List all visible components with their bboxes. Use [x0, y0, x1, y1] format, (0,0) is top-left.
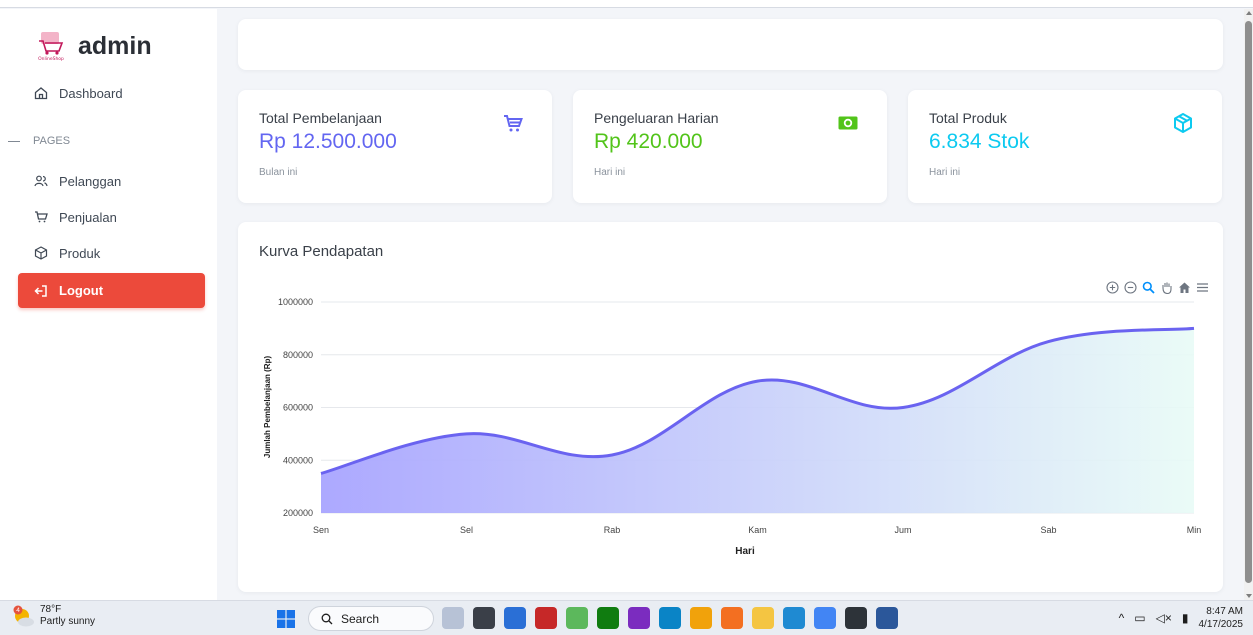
x-tick-label: Rab: [604, 525, 621, 535]
sidebar-item-pelanggan[interactable]: Pelanggan: [18, 166, 205, 196]
page-scrollbar[interactable]: [1244, 9, 1253, 600]
y-axis-title: Jumlah Pembelanjaan (Rp): [263, 356, 272, 459]
battery-icon[interactable]: ▮: [1182, 611, 1189, 625]
series-area: [321, 328, 1194, 513]
windows-start-icon[interactable]: [277, 610, 295, 628]
x-tick-label: Sab: [1040, 525, 1056, 535]
y-tick-label: 1000000: [278, 297, 313, 307]
chrome-profile-icon[interactable]: [814, 607, 836, 629]
weather-desc: Partly sunny: [40, 616, 96, 627]
stat-card-total-produk: Total Produk 6.834 Stok Hari ini: [908, 90, 1222, 203]
svg-text:OnlineShop: OnlineShop: [38, 56, 64, 62]
sidebar-item-label: Produk: [59, 245, 101, 261]
clock-date: 4/17/2025: [1198, 619, 1244, 630]
task-view-icon[interactable]: [473, 607, 495, 629]
file-explorer-icon[interactable]: [752, 607, 774, 629]
chrome-icon[interactable]: [690, 607, 712, 629]
logout-icon: [33, 283, 49, 299]
stat-subtext: Hari ini: [929, 167, 961, 178]
sidebar-section-pages: PAGES: [0, 135, 70, 147]
stat-label: Total Produk: [929, 110, 1007, 126]
sidebar-item-label: Penjualan: [59, 209, 117, 225]
users-icon: [33, 173, 49, 189]
search-label: Search: [341, 611, 380, 626]
y-tick-label: 600000: [283, 403, 313, 413]
section-label: PAGES: [33, 135, 71, 147]
weather-temp: 78°F: [40, 604, 62, 615]
partly-sunny-icon: 4: [12, 605, 34, 627]
logout-label: Logout: [59, 283, 104, 298]
sidebar-item-label: Dashboard: [59, 85, 123, 101]
stat-label: Total Pembelanjaan: [259, 110, 382, 126]
x-axis-title: Hari: [735, 546, 755, 557]
display-icon[interactable]: ▭: [1134, 611, 1145, 625]
word-icon[interactable]: [876, 607, 898, 629]
y-tick-label: 800000: [283, 350, 313, 360]
tool-app-icon[interactable]: [566, 607, 588, 629]
terminal-icon[interactable]: [845, 607, 867, 629]
cart-icon: [33, 209, 49, 225]
sidebar-item-penjualan[interactable]: Penjualan: [18, 202, 205, 232]
sidebar-item-produk[interactable]: Produk: [18, 238, 205, 268]
system-tray: ^ ▭ ◁× ▮ 8:47 AM 4/17/2025: [1119, 605, 1243, 631]
edge-icon[interactable]: [659, 607, 681, 629]
stat-card-total-pembelanjaan: Total Pembelanjaan Rp 12.500.000 Bulan i…: [238, 90, 552, 203]
brand-name: admin: [78, 31, 152, 60]
logout-button[interactable]: Logout: [18, 273, 205, 308]
box-icon: [1172, 112, 1194, 134]
widget-app-icon[interactable]: [442, 607, 464, 629]
search-icon: [321, 613, 333, 625]
clock[interactable]: 8:47 AM 4/17/2025: [1199, 605, 1244, 631]
sidebar-item-dashboard[interactable]: Dashboard: [18, 78, 205, 108]
vscode-icon[interactable]: [783, 607, 805, 629]
jetbrains-icon[interactable]: [628, 607, 650, 629]
x-tick-label: Sel: [460, 525, 473, 535]
cart-icon: [502, 112, 524, 134]
stat-subtext: Bulan ini: [259, 167, 298, 178]
online-shop-logo: OnlineShop: [34, 29, 68, 63]
y-tick-label: 400000: [283, 455, 313, 465]
money-icon: [837, 112, 859, 134]
scrollbar-thumb[interactable]: [1245, 21, 1252, 583]
sidebar-item-label: Pelanggan: [59, 173, 122, 189]
brand[interactable]: OnlineShop admin: [34, 29, 152, 63]
x-tick-label: Min: [1187, 525, 1202, 535]
stat-value: Rp 12.500.000: [259, 130, 397, 153]
weather-widget[interactable]: 4 78°F Partly sunny: [12, 604, 95, 628]
xbox-icon[interactable]: [597, 607, 619, 629]
x-tick-label: Kam: [748, 525, 767, 535]
stat-subtext: Hari ini: [594, 167, 626, 178]
browser-top-edge: [0, 0, 1253, 8]
stat-card-pengeluaran-harian: Pengeluaran Harian Rp 420.000 Hari ini: [573, 90, 887, 203]
clock-time: 8:47 AM: [1206, 606, 1243, 617]
toeic-app-icon[interactable]: [504, 607, 526, 629]
red-app-icon[interactable]: [535, 607, 557, 629]
xampp-icon[interactable]: [721, 607, 743, 629]
y-tick-label: 200000: [283, 508, 313, 518]
top-navbar: [238, 19, 1223, 70]
box-icon: [33, 245, 49, 261]
revenue-area-chart: 1000000 800000 600000 400000 200000 Sen Sel Ra…: [263, 297, 1202, 557]
stat-label: Pengeluaran Harian: [594, 110, 719, 126]
sidebar: OnlineShop admin Dashboard PAGES Pelangg…: [0, 9, 217, 600]
stat-value: 6.834 Stok: [929, 130, 1030, 153]
chevron-up-icon[interactable]: ^: [1119, 611, 1125, 625]
volume-muted-icon[interactable]: ◁×: [1156, 611, 1172, 625]
windows-taskbar: 4 78°F Partly sunny Search ^ ▭ ◁× ▮ 8:47…: [0, 600, 1253, 635]
taskbar-search[interactable]: Search: [308, 606, 434, 631]
taskbar-apps: [442, 607, 898, 629]
revenue-chart-card: Kurva Pendapatan 1000000 800000 600000 4000…: [238, 222, 1223, 592]
x-tick-label: Sen: [313, 525, 329, 535]
svg-text:4: 4: [16, 607, 20, 614]
home-icon: [33, 85, 49, 101]
stat-value: Rp 420.000: [594, 130, 703, 153]
x-tick-label: Jum: [894, 525, 911, 535]
